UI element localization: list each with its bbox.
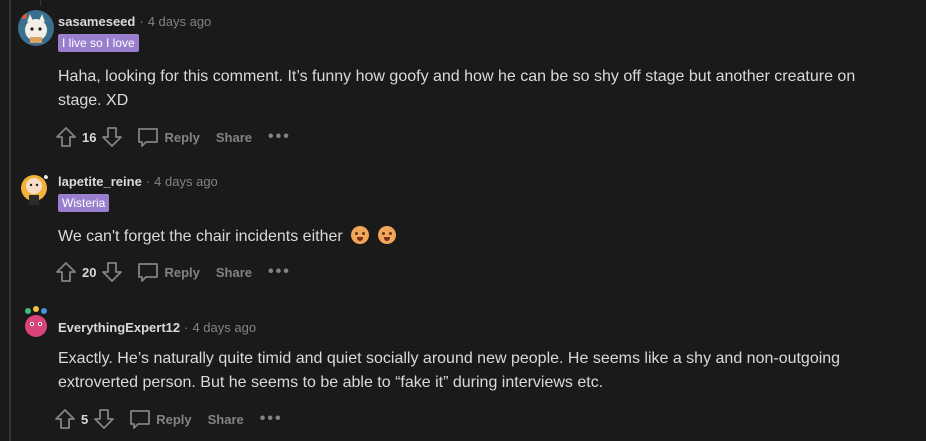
vote-score: 5 bbox=[81, 411, 89, 427]
reply-button[interactable]: Reply bbox=[128, 407, 192, 431]
comment-actions: 16 Reply Share ••• bbox=[54, 123, 291, 151]
comment-bubble-icon bbox=[136, 260, 160, 284]
comment-body: We can't forget the chair incidents eith… bbox=[58, 225, 898, 249]
timestamp[interactable]: 4 days ago bbox=[148, 14, 212, 29]
parent-thread-line bbox=[40, 0, 41, 6]
comment-body: Haha, looking for this comment. It’s fun… bbox=[58, 68, 856, 109]
vote-score: 20 bbox=[82, 264, 97, 280]
comment-actions: 20 Reply Share ••• bbox=[54, 258, 291, 286]
avatar[interactable] bbox=[18, 305, 54, 341]
cat-avatar-icon bbox=[18, 10, 54, 46]
downvote-icon[interactable] bbox=[100, 125, 124, 149]
comment-header: sasameseed · 4 days ago bbox=[58, 14, 211, 29]
share-label: Share bbox=[215, 264, 253, 280]
reply-label: Reply bbox=[164, 264, 200, 280]
user-flair: I live so I love bbox=[58, 34, 139, 52]
username[interactable]: lapetite_reine bbox=[58, 174, 142, 189]
creature-avatar-icon bbox=[18, 305, 54, 341]
more-options-icon[interactable]: ••• bbox=[268, 264, 291, 280]
timestamp[interactable]: 4 days ago bbox=[192, 320, 256, 335]
thread-line[interactable] bbox=[9, 0, 11, 441]
reply-button[interactable]: Reply bbox=[136, 260, 200, 284]
more-options-icon[interactable]: ••• bbox=[268, 129, 291, 145]
username[interactable]: EverythingExpert12 bbox=[58, 320, 180, 335]
share-label: Share bbox=[207, 411, 244, 427]
avatar[interactable] bbox=[16, 170, 52, 206]
crying-face-emoji-icon bbox=[377, 226, 396, 244]
comment-bubble-icon bbox=[136, 125, 160, 149]
vote-score: 16 bbox=[82, 129, 97, 145]
user-flair: Wisteria bbox=[58, 194, 110, 212]
downvote-icon[interactable] bbox=[100, 260, 124, 284]
girl-avatar-icon bbox=[16, 170, 52, 206]
avatar[interactable] bbox=[18, 10, 54, 46]
comment-header: EverythingExpert12 · 4 days ago bbox=[58, 320, 256, 335]
timestamp[interactable]: 4 days ago bbox=[154, 174, 218, 189]
share-label: Share bbox=[215, 129, 253, 145]
comment-actions: 5 Reply Share ••• bbox=[53, 405, 283, 433]
reply-button[interactable]: Reply bbox=[136, 125, 200, 149]
upvote-icon[interactable] bbox=[54, 260, 78, 284]
separator-dot: · bbox=[145, 174, 151, 189]
crying-face-emoji-icon bbox=[351, 226, 370, 244]
reply-label: Reply bbox=[156, 411, 192, 427]
share-button[interactable]: Share bbox=[212, 130, 252, 145]
reply-label: Reply bbox=[164, 129, 200, 145]
upvote-icon[interactable] bbox=[54, 125, 78, 149]
comment-bubble-icon bbox=[128, 407, 152, 431]
downvote-icon[interactable] bbox=[92, 407, 116, 431]
username[interactable]: sasameseed bbox=[58, 14, 135, 29]
share-button[interactable]: Share bbox=[204, 412, 244, 427]
separator-dot: · bbox=[139, 14, 144, 29]
upvote-icon[interactable] bbox=[53, 407, 77, 431]
comment-body-text: We can't forget the chair incidents eith… bbox=[58, 228, 343, 245]
comment-header: lapetite_reine · 4 days ago bbox=[58, 174, 218, 189]
more-options-icon[interactable]: ••• bbox=[260, 411, 283, 427]
comment-body: Exactly. He’s naturally quite timid and … bbox=[58, 350, 841, 391]
separator-dot: · bbox=[184, 320, 189, 335]
share-button[interactable]: Share bbox=[212, 265, 252, 280]
